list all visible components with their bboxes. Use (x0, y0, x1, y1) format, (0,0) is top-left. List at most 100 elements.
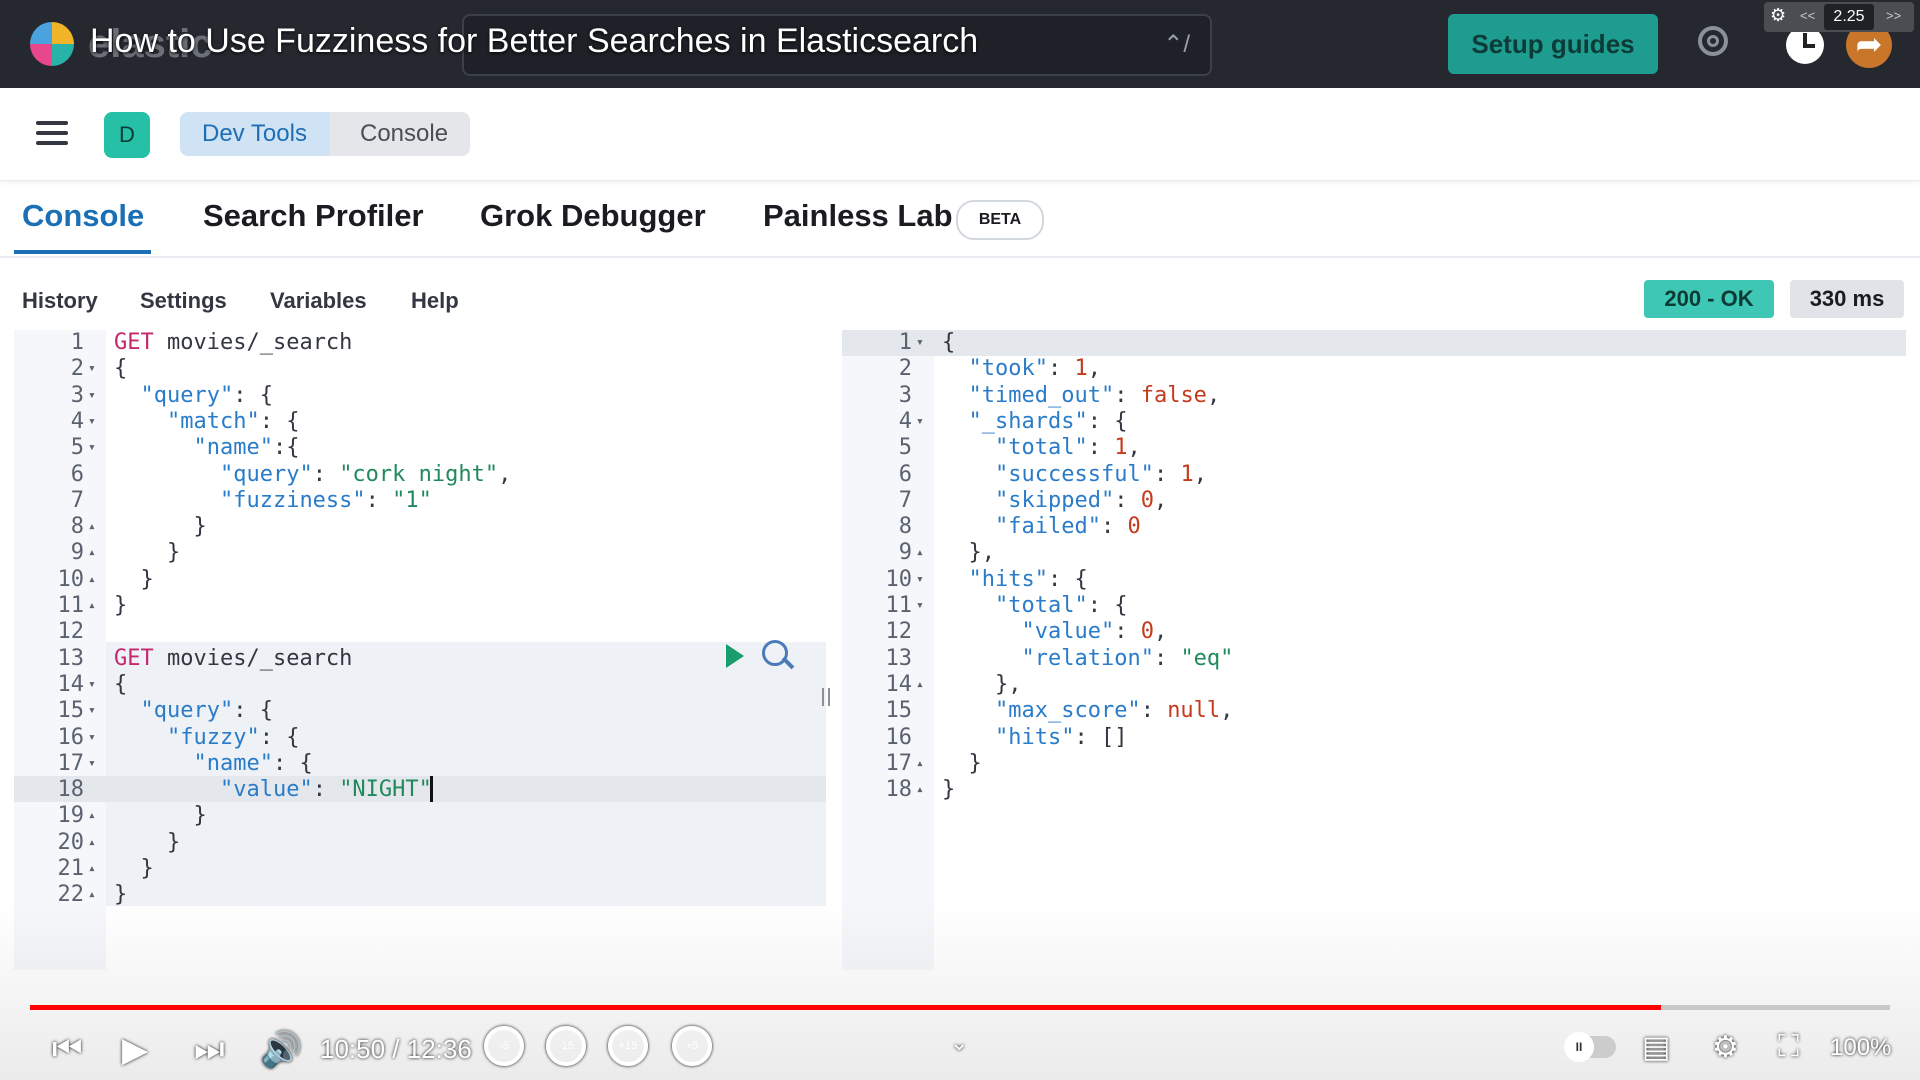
menu-history[interactable]: History (22, 288, 98, 314)
response-viewer[interactable]: 1 ▾{2 "took": 1, 3 "timed_out": false, 4 ▾ "… (842, 330, 1906, 970)
forward-5-icon[interactable]: +5 (672, 1026, 712, 1066)
line-number: 20 (57, 829, 85, 855)
fold-toggle-icon[interactable]: ▴ (916, 751, 924, 777)
fold-toggle-icon[interactable]: ▾ (916, 330, 924, 356)
rewind-5-icon[interactable]: -5 (484, 1026, 524, 1066)
video-progress-bar[interactable] (30, 1005, 1890, 1010)
code-text: "relation": "eq" (1021, 645, 1234, 671)
fold-toggle-icon[interactable]: ▾ (88, 725, 96, 751)
fold-toggle-icon[interactable]: ▾ (88, 356, 96, 382)
playback-speed-control[interactable]: ⚙ << 2.25 >> (1764, 2, 1914, 32)
fold-toggle-icon[interactable]: ▴ (88, 514, 96, 540)
code-text: "query": "cork night", (219, 461, 512, 487)
code-text: { (942, 330, 956, 355)
fold-toggle-icon[interactable]: ▾ (88, 698, 96, 724)
breadcrumb-console: Console (330, 112, 471, 156)
menu-settings[interactable]: Settings (140, 288, 227, 314)
fold-toggle-icon[interactable]: ▾ (916, 567, 924, 593)
previous-icon[interactable]: ⏮ (52, 1030, 83, 1069)
volume-icon[interactable]: 🔊 (260, 1030, 302, 1070)
line-number: 16 (885, 724, 913, 750)
panel-resize-handle[interactable] (822, 688, 830, 706)
line-number: 15 (57, 698, 85, 724)
code-text: } (114, 856, 154, 881)
fold-toggle-icon[interactable]: ▾ (88, 409, 96, 435)
rewind-15-icon[interactable]: -15 (546, 1026, 586, 1066)
code-text: "_shards": { (968, 408, 1128, 434)
wrench-icon[interactable] (762, 640, 788, 666)
fold-toggle-icon[interactable]: ▴ (916, 540, 924, 566)
video-title[interactable]: How to Use Fuzziness for Better Searches… (90, 22, 978, 61)
breadcrumb-dev-tools[interactable]: Dev Tools (180, 112, 355, 156)
tab-console[interactable]: Console (22, 198, 144, 234)
code-text: { (114, 356, 128, 382)
line-number: 8 (898, 514, 912, 540)
fold-toggle-icon[interactable]: ▴ (88, 830, 96, 856)
menu-variables[interactable]: Variables (270, 288, 367, 314)
help-icon[interactable] (1698, 26, 1728, 56)
play-icon[interactable]: ▶ (122, 1030, 148, 1070)
line-number: 9 (70, 540, 84, 566)
fold-toggle-icon[interactable]: ▴ (88, 567, 96, 593)
fold-toggle-icon[interactable]: ▴ (88, 803, 96, 829)
code-text: } (942, 777, 956, 803)
line-number: 16 (57, 724, 85, 750)
menu-icon[interactable] (36, 121, 68, 145)
code-text: "value": "NIGHT" (219, 777, 432, 803)
code-text: "hits": { (968, 566, 1088, 592)
line-number: 2 (898, 356, 912, 382)
code-text: "skipped": 0, (994, 487, 1168, 513)
forward-15-icon[interactable]: +15 (608, 1026, 648, 1066)
code-text: "query": { (140, 698, 273, 724)
fold-toggle-icon[interactable]: ▾ (88, 383, 96, 409)
tab-search-profiler[interactable]: Search Profiler (203, 198, 424, 234)
fold-toggle-icon[interactable]: ▾ (88, 751, 96, 777)
space-avatar[interactable]: D (104, 112, 150, 158)
line-number: 1 (70, 330, 84, 355)
menu-help[interactable]: Help (411, 288, 459, 314)
fold-toggle-icon[interactable]: ▾ (88, 672, 96, 698)
tab-painless-lab[interactable]: Painless Lab (763, 198, 953, 234)
line-number: 12 (57, 619, 85, 645)
fold-toggle-icon[interactable]: ▴ (88, 856, 96, 882)
gear-icon[interactable]: ⚙ (1770, 5, 1786, 26)
line-number: 5 (898, 435, 912, 461)
fold-toggle-icon[interactable]: ▴ (916, 777, 924, 803)
beta-badge: BETA (956, 200, 1044, 240)
settings-gear-icon[interactable]: ⚙ (1712, 1030, 1739, 1065)
code-text: { (114, 671, 128, 697)
code-text: "hits": [] (994, 724, 1128, 750)
code-text: "name": { (193, 750, 313, 776)
video-time: 10:50 / 12:36 (320, 1034, 472, 1064)
fold-toggle-icon[interactable]: ▴ (916, 672, 924, 698)
elastic-logo-icon[interactable] (30, 22, 74, 66)
speed-down-icon[interactable]: << (1800, 8, 1815, 23)
next-icon[interactable]: ⏭ (194, 1030, 225, 1069)
setup-guides-button[interactable]: Setup guides (1448, 14, 1658, 74)
exit-fullscreen-icon[interactable]: ⛶ (1778, 1030, 1799, 1064)
line-number: 12 (885, 619, 913, 645)
tab-grok-debugger[interactable]: Grok Debugger (480, 198, 706, 234)
request-editor[interactable]: 1 GET movies/_search 2 ▾{3 ▾ "query": {4 ▾ "m… (14, 330, 840, 970)
elastic-header: elastic ⌃/ How to Use Fuzziness for Bett… (0, 0, 1920, 88)
send-request-icon[interactable] (726, 644, 744, 668)
code-text: "name":{ (193, 435, 300, 461)
chevron-down-icon[interactable]: ⌄ (950, 1030, 968, 1056)
fold-toggle-icon[interactable]: ▾ (916, 593, 924, 619)
fold-toggle-icon[interactable]: ▴ (88, 593, 96, 619)
line-number: 14 (885, 671, 913, 697)
code-text: "timed_out": false, (968, 382, 1221, 408)
line-number: 10 (885, 566, 913, 592)
line-number: 21 (57, 856, 85, 881)
line-number: 1 (898, 330, 912, 355)
line-number: 3 (70, 382, 84, 408)
fold-toggle-icon[interactable]: ▾ (88, 435, 96, 461)
status-badge: 200 - OK (1644, 280, 1774, 318)
search-shortcut-hint: ⌃/ (1163, 31, 1190, 58)
speed-up-icon[interactable]: >> (1886, 8, 1901, 23)
autoplay-toggle[interactable] (1564, 1032, 1616, 1062)
speed-value: 2.25 (1824, 4, 1874, 30)
fold-toggle-icon[interactable]: ▴ (88, 540, 96, 566)
subtitles-icon[interactable]: ▤ (1642, 1030, 1670, 1065)
fold-toggle-icon[interactable]: ▾ (916, 409, 924, 435)
